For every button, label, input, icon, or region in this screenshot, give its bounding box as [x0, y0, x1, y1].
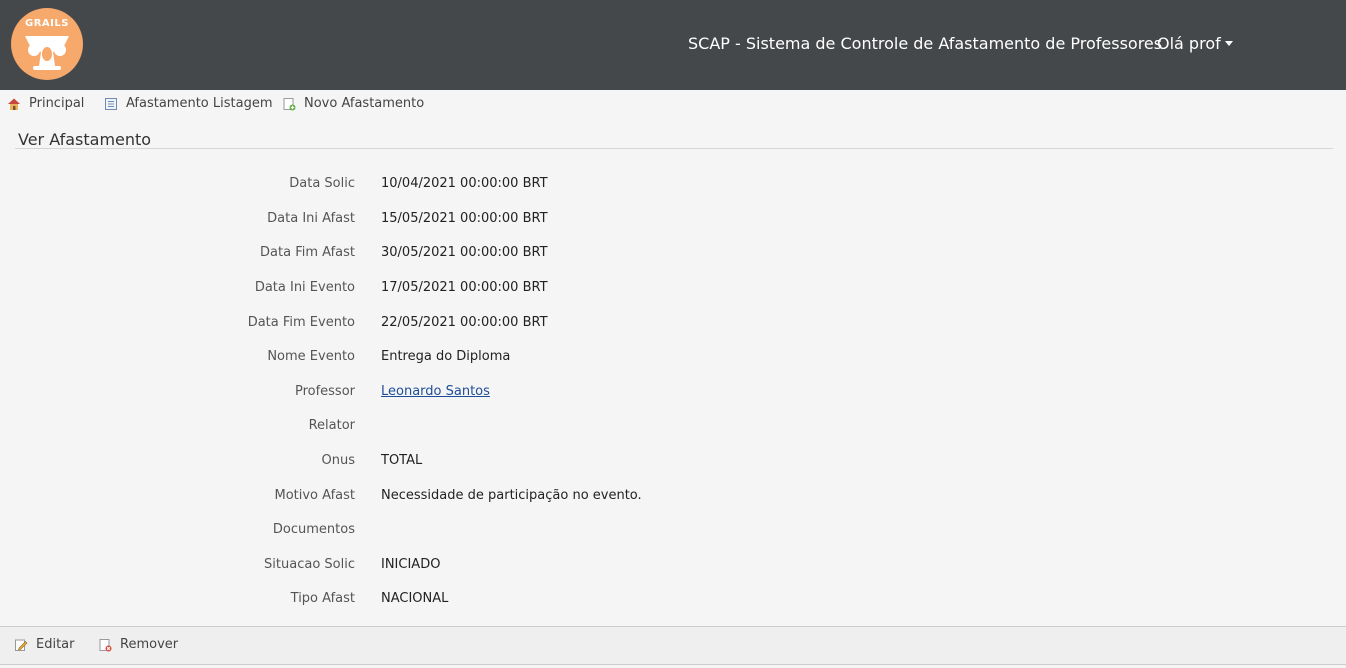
property-label-data-solic: Data Solic	[289, 176, 355, 191]
delete-document-icon	[99, 638, 112, 651]
caret-down-icon	[1224, 41, 1233, 46]
grails-logo[interactable]: GRAILS	[11, 8, 83, 80]
property-value-situacao-solic: INICIADO	[381, 557, 441, 572]
home-icon	[8, 98, 20, 110]
remove-button-label: Remover	[120, 637, 179, 652]
property-label-situacao-solic: Situacao Solic	[264, 557, 355, 572]
property-label-relator: Relator	[308, 418, 355, 433]
user-menu-dropdown[interactable]: Olá prof	[1157, 34, 1233, 53]
edit-button[interactable]: Editar	[14, 637, 75, 652]
property-value-nome-evento: Entrega do Diploma	[381, 349, 511, 364]
nav-item-label: Principal	[29, 96, 85, 111]
nav-item-label: Novo Afastamento	[304, 96, 425, 111]
property-value-data-ini-evento: 17/05/2021 00:00:00 BRT	[381, 280, 548, 295]
property-value-data-fim-evento: 22/05/2021 00:00:00 BRT	[381, 315, 548, 330]
property-value-data-solic: 10/04/2021 00:00:00 BRT	[381, 176, 548, 191]
property-label-motivo-afast: Motivo Afast	[274, 488, 355, 503]
property-label-nome-evento: Nome Evento	[267, 349, 355, 364]
property-value-onus: TOTAL	[381, 453, 423, 468]
nav-item-afastamento-listagem[interactable]: Afastamento Listagem	[104, 96, 273, 111]
title-divider	[15, 148, 1333, 149]
list-icon	[105, 97, 117, 110]
action-bar: Editar Remover	[0, 626, 1346, 665]
property-label-data-ini-evento: Data Ini Evento	[254, 280, 355, 295]
professor-link[interactable]: Leonardo Santos	[381, 384, 490, 399]
nav-item-novo-afastamento[interactable]: Novo Afastamento	[282, 96, 424, 111]
property-value-data-ini-afast: 15/05/2021 00:00:00 BRT	[381, 211, 548, 226]
remove-button[interactable]: Remover	[98, 637, 178, 652]
nav-item-principal[interactable]: Principal	[7, 96, 84, 111]
property-label-professor: Professor	[294, 384, 355, 399]
property-value-professor: Leonardo Santos	[381, 384, 490, 399]
page-title: Ver Afastamento	[18, 130, 152, 149]
property-label-onus: Onus	[321, 453, 355, 468]
property-value-tipo-afast: NACIONAL	[381, 591, 449, 606]
edit-button-label: Editar	[36, 637, 75, 652]
property-value-data-fim-afast: 30/05/2021 00:00:00 BRT	[381, 245, 548, 260]
nav-bar: Principal Afastamento Listagem Novo Afas…	[0, 90, 1346, 120]
property-label-data-fim-afast: Data Fim Afast	[260, 245, 355, 260]
property-label-documentos: Documentos	[272, 522, 355, 537]
property-label-tipo-afast: Tipo Afast	[290, 591, 355, 606]
property-label-data-fim-evento: Data Fim Evento	[247, 315, 355, 330]
property-label-data-ini-afast: Data Ini Afast	[267, 211, 355, 226]
header-bar: GRAILS SCAP - Sistema de Controle de Afa…	[0, 0, 1346, 90]
user-menu-label: Olá prof	[1157, 34, 1221, 53]
nav-item-label: Afastamento Listagem	[126, 96, 273, 111]
property-value-motivo-afast: Necessidade de participação no evento.	[381, 488, 642, 503]
pencil-icon	[15, 639, 28, 651]
app-title: SCAP - Sistema de Controle de Afastament…	[688, 34, 1163, 53]
new-document-icon	[283, 97, 296, 110]
logo-text: GRAILS	[25, 18, 69, 29]
